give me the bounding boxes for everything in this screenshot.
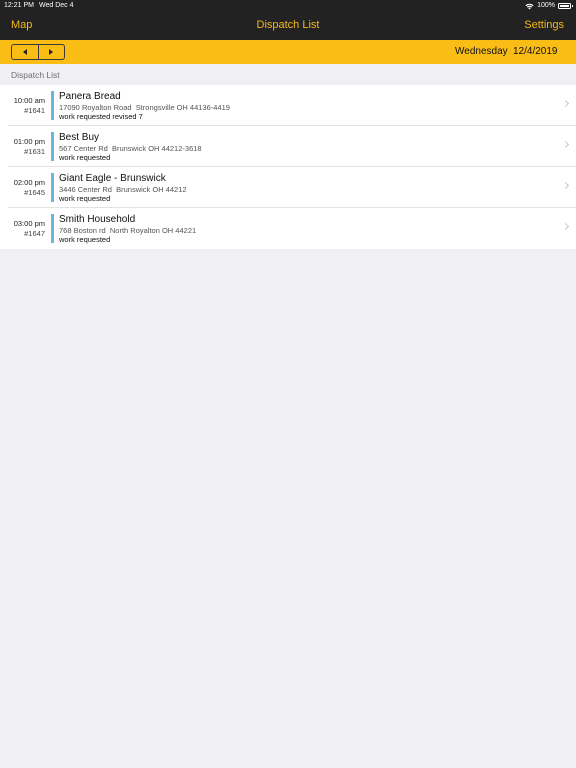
dispatch-row[interactable]: 03:00 pm #1647 Smith Household 768 Bosto… [0, 208, 576, 249]
chevron-right-icon [561, 222, 570, 231]
dispatch-time: 02:00 pm [13, 178, 45, 187]
ticket-number: #1645 [24, 188, 45, 197]
dispatch-time: 10:00 am [13, 96, 45, 105]
status-color-bar [51, 173, 54, 202]
customer-address: 3446 Center Rd Brunswick OH 44212 [59, 185, 187, 194]
dispatch-time: 01:00 pm [13, 137, 45, 146]
settings-button[interactable]: Settings [524, 19, 564, 31]
battery-percent: 100% [537, 2, 555, 9]
status-color-bar [51, 91, 54, 120]
wifi-icon [525, 3, 534, 9]
customer-address: 567 Center Rd Brunswick OH 44212-3618 [59, 144, 202, 153]
date-value: 12/4/2019 [513, 46, 558, 57]
triangle-left-icon [22, 49, 27, 55]
chevron-right-icon [561, 140, 570, 149]
next-day-button[interactable] [37, 45, 65, 59]
ticket-number: #1631 [24, 147, 45, 156]
status-right: 100% [525, 0, 573, 12]
chevron-right-icon [561, 99, 570, 108]
section-header: Dispatch List [11, 70, 60, 80]
dispatch-row[interactable]: 10:00 am #1641 Panera Bread 17090 Royalt… [0, 85, 576, 126]
date-pager [11, 44, 65, 60]
navigation-bar: Map Dispatch List Settings [0, 12, 576, 40]
dispatch-status: work requested [59, 235, 111, 244]
customer-address: 17090 Royalton Road Strongsville OH 4413… [59, 103, 230, 112]
customer-name: Giant Eagle - Brunswick [59, 173, 166, 184]
customer-address: 768 Boston rd North Royalton OH 44221 [59, 226, 197, 235]
page-title: Dispatch List [256, 19, 320, 31]
customer-name: Best Buy [59, 132, 100, 143]
dispatch-status: work requested [59, 194, 111, 203]
dispatch-row[interactable]: 02:00 pm #1645 Giant Eagle - Brunswick 3… [0, 167, 576, 208]
date-bar: Wednesday 12/4/2019 [0, 40, 576, 64]
dispatch-status: work requested [59, 153, 111, 162]
customer-name: Panera Bread [59, 91, 121, 102]
dispatch-status: work requested revised 7 [59, 112, 143, 121]
previous-day-button[interactable] [12, 45, 38, 59]
dispatch-time: 03:00 pm [13, 219, 45, 228]
dispatch-list: 10:00 am #1641 Panera Bread 17090 Royalt… [0, 85, 576, 249]
status-time: 12:21 PM [4, 2, 34, 9]
triangle-right-icon [49, 49, 54, 55]
battery-icon [558, 3, 573, 9]
status-date: Wed Dec 4 [39, 2, 74, 9]
status-bar: 12:21 PM Wed Dec 4 100% [0, 0, 576, 12]
ticket-number: #1647 [24, 229, 45, 238]
status-color-bar [51, 214, 54, 243]
customer-name: Smith Household [59, 214, 136, 225]
day-name: Wednesday [455, 46, 508, 57]
chevron-right-icon [561, 181, 570, 190]
status-color-bar [51, 132, 54, 161]
dispatch-row[interactable]: 01:00 pm #1631 Best Buy 567 Center Rd Br… [0, 126, 576, 167]
ticket-number: #1641 [24, 106, 45, 115]
